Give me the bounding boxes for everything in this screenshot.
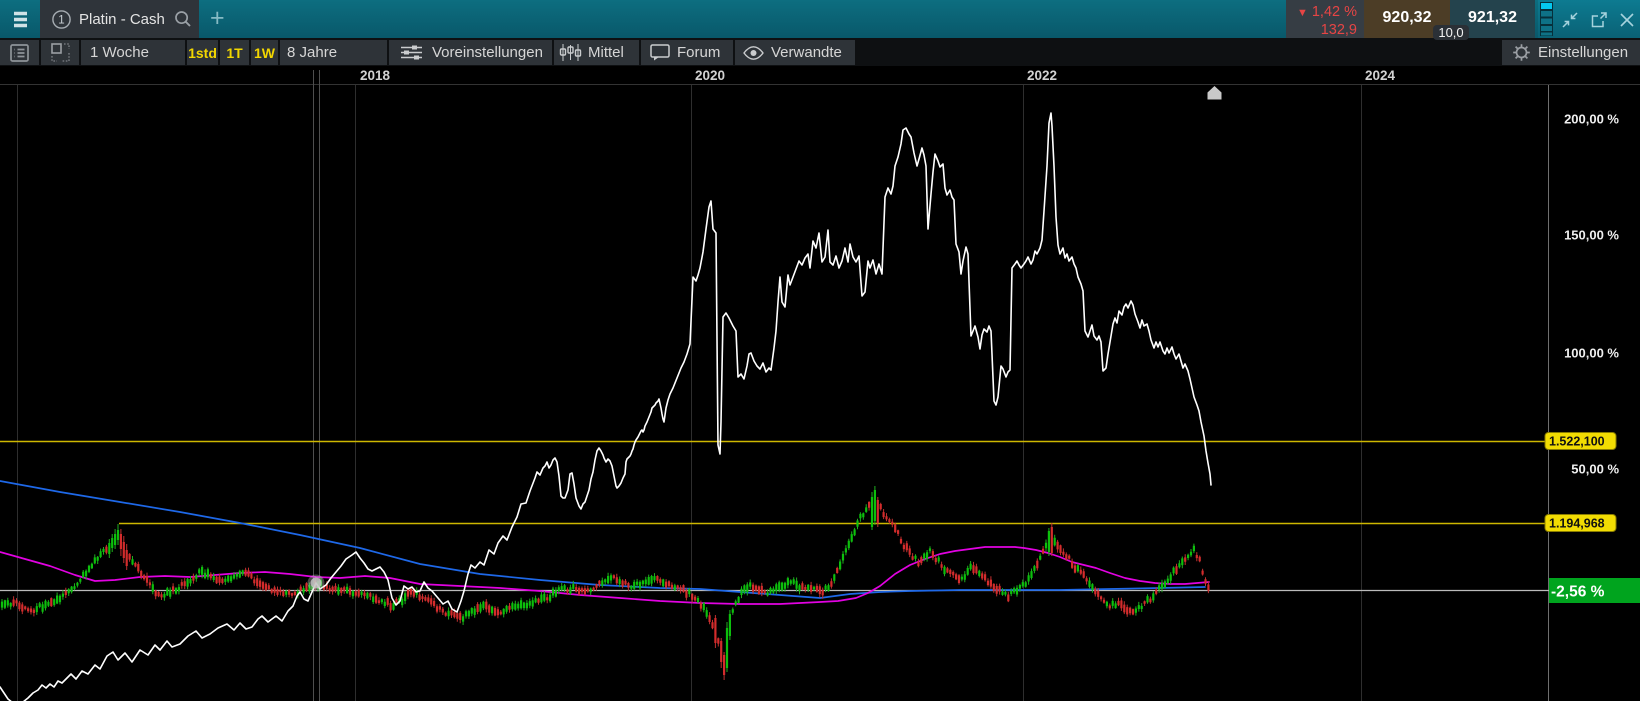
svg-text:-2,56 %: -2,56 % (1551, 584, 1605, 601)
svg-text:50,00 %: 50,00 % (1571, 462, 1619, 477)
svg-text:1.522,100: 1.522,100 (1549, 435, 1605, 449)
svg-text:1.194,968: 1.194,968 (1549, 517, 1605, 531)
svg-text:2022: 2022 (1027, 68, 1057, 83)
svg-text:200,00 %: 200,00 % (1564, 112, 1619, 127)
svg-text:2018: 2018 (360, 68, 391, 83)
svg-text:150,00 %: 150,00 % (1564, 228, 1619, 243)
svg-text:2020: 2020 (695, 68, 725, 83)
svg-text:2024: 2024 (1365, 68, 1396, 83)
svg-text:100,00 %: 100,00 % (1564, 346, 1619, 361)
svg-text:1: 1 (58, 14, 64, 26)
